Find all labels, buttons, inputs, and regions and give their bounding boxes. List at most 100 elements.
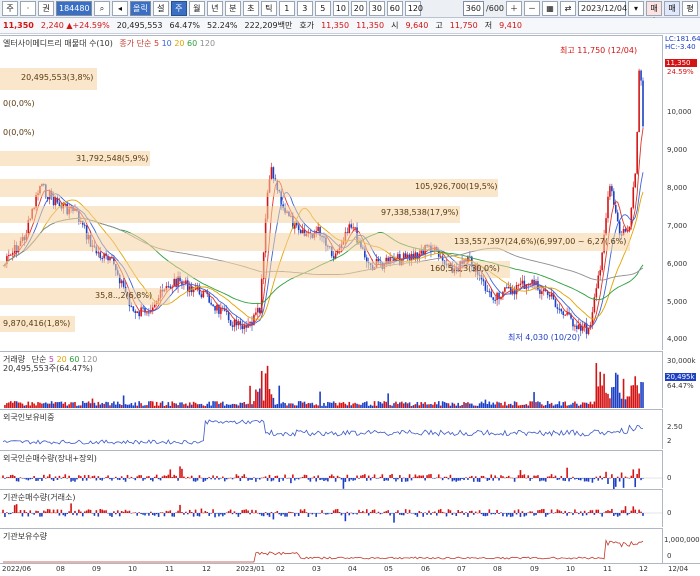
- foreign-net-bar: [222, 476, 224, 478]
- candle-body: [601, 252, 603, 271]
- candle-body: [120, 280, 123, 284]
- foreign-net-bar: [362, 475, 364, 478]
- volume-bar: [354, 402, 356, 408]
- prev-arrow-icon[interactable]: ◂: [112, 1, 128, 16]
- inst-net-bar: [595, 509, 598, 513]
- volume-bar: [502, 405, 504, 408]
- volume-bar: [206, 403, 209, 408]
- inst-net-bar: [204, 510, 207, 513]
- link-icon[interactable]: ⇄: [560, 1, 576, 16]
- zoom-in-icon[interactable]: ＋: [506, 1, 522, 16]
- foreign-net-bar: [167, 474, 170, 478]
- foreign-net-bar: [511, 477, 514, 479]
- set-button[interactable]: 설: [152, 1, 169, 16]
- volume-bar: [319, 391, 321, 408]
- volume-bar: [187, 405, 189, 408]
- calendar-icon[interactable]: ▾: [628, 1, 644, 16]
- foreign-hold-panel[interactable]: 외국인보유비중: [0, 409, 662, 450]
- buy-button[interactable]: 매수: [646, 1, 662, 26]
- zoom-out-icon[interactable]: －: [524, 1, 540, 16]
- candle-body: [490, 291, 493, 298]
- interval-20-button[interactable]: 20: [350, 1, 367, 16]
- volume-panel[interactable]: 거래량 단순 5 20 60 120 20,495,553주(64.47%): [0, 351, 662, 409]
- foreign-net-bar: [393, 478, 395, 480]
- inst-net-bar: [336, 509, 339, 513]
- interval-60-button[interactable]: 60: [386, 1, 403, 16]
- volume-bar: [39, 402, 41, 408]
- foreign-net-bar: [373, 474, 376, 478]
- inst-net-bar: [85, 510, 88, 513]
- volume-bar: [572, 402, 574, 408]
- period-year-button[interactable]: 분: [224, 1, 241, 16]
- interval-3-button[interactable]: 3: [296, 1, 313, 16]
- interval-120-button[interactable]: 120: [404, 1, 423, 16]
- interval-10-button[interactable]: 10: [332, 1, 349, 16]
- volume-bar: [115, 404, 117, 408]
- volume-bar: [484, 399, 487, 408]
- pattern-icon[interactable]: ▦: [542, 1, 558, 16]
- evaluate-button[interactable]: 평: [682, 1, 698, 16]
- volume-bar: [579, 404, 582, 408]
- foreign-net-bar: [541, 478, 543, 481]
- volume-bar: [99, 404, 102, 408]
- date-input[interactable]: 2023/12/04: [578, 1, 627, 16]
- inst-net-bar: [297, 513, 300, 517]
- search-icon[interactable]: ⌕: [94, 1, 110, 16]
- period-week-button[interactable]: 월: [188, 1, 205, 16]
- foreign-net-bar: [628, 478, 631, 479]
- volume-bar: [498, 402, 500, 408]
- candle-body: [122, 280, 125, 287]
- foreign-net-bar: [455, 478, 458, 482]
- stock-code-input[interactable]: 184480: [56, 1, 92, 16]
- inst-net-bar: [531, 511, 533, 513]
- inst-net-bar: [2, 509, 4, 513]
- inst-hold-panel[interactable]: 기관보유수량: [0, 528, 662, 564]
- foreign-net-bar: [6, 477, 8, 478]
- foreign-net-bar: [187, 476, 189, 478]
- candle-body: [634, 173, 637, 188]
- volume-bar: [44, 402, 47, 408]
- rights-button[interactable]: 권: [38, 1, 54, 16]
- period-tick-button[interactable]: 틱: [260, 1, 277, 16]
- inst-net-bar: [581, 513, 584, 516]
- candle-body: [332, 256, 335, 259]
- volume-bar: [257, 391, 259, 408]
- interval-1-button[interactable]: 1: [278, 1, 295, 16]
- foreign-net-bar: [356, 475, 358, 478]
- interval-5-button[interactable]: 5: [314, 1, 331, 16]
- inst-net-bar: [636, 513, 638, 514]
- sell-button[interactable]: 매도: [664, 1, 680, 26]
- period-month-button[interactable]: 년: [206, 1, 223, 16]
- inst-net-bar: [554, 512, 557, 513]
- volume-bar: [542, 405, 545, 408]
- foreign-net-bar: [591, 478, 594, 483]
- quote-bar: 11,350 2,240 ▲+24.59% 20,495,553 64.47% …: [0, 18, 700, 34]
- volume-bar: [66, 405, 68, 408]
- period-day-button[interactable]: 주: [170, 1, 187, 16]
- interval-30-button[interactable]: 30: [368, 1, 385, 16]
- foreign-net-bar: [556, 478, 559, 481]
- open-label: 시: [391, 21, 399, 30]
- market-button[interactable]: 주: [2, 1, 18, 16]
- dot-button[interactable]: ·: [20, 1, 36, 16]
- foreign-net-bar: [445, 476, 448, 478]
- volume-bar: [247, 403, 249, 408]
- x-tick: 07: [457, 565, 466, 573]
- foreign-net-panel[interactable]: 외국인순매수량(장내+장외): [0, 450, 662, 489]
- inst-net-bar: [319, 513, 321, 514]
- foreign-net-bar: [72, 478, 74, 481]
- inst-net-panel[interactable]: 기관순매수량(거래소): [0, 489, 662, 528]
- period-minute-button[interactable]: 초: [242, 1, 259, 16]
- bar-count-input[interactable]: 360: [462, 1, 485, 16]
- volume-bar: [241, 402, 244, 408]
- inst-net-bar: [453, 512, 456, 514]
- inst-net-bar: [502, 513, 504, 517]
- price-panel[interactable]: 엘터사이메디트리 매물대 수(10) 종가 단순 5 10 20 60 120 …: [0, 35, 662, 351]
- foreign-net-bar: [364, 474, 366, 478]
- inst-net-bar: [599, 513, 602, 514]
- foreign-net-bar: [350, 478, 353, 480]
- foreign-net-bar: [601, 478, 603, 480]
- inst-net-bar: [332, 510, 335, 513]
- inst-net-bar: [449, 510, 452, 513]
- inst-net-bar: [519, 513, 522, 517]
